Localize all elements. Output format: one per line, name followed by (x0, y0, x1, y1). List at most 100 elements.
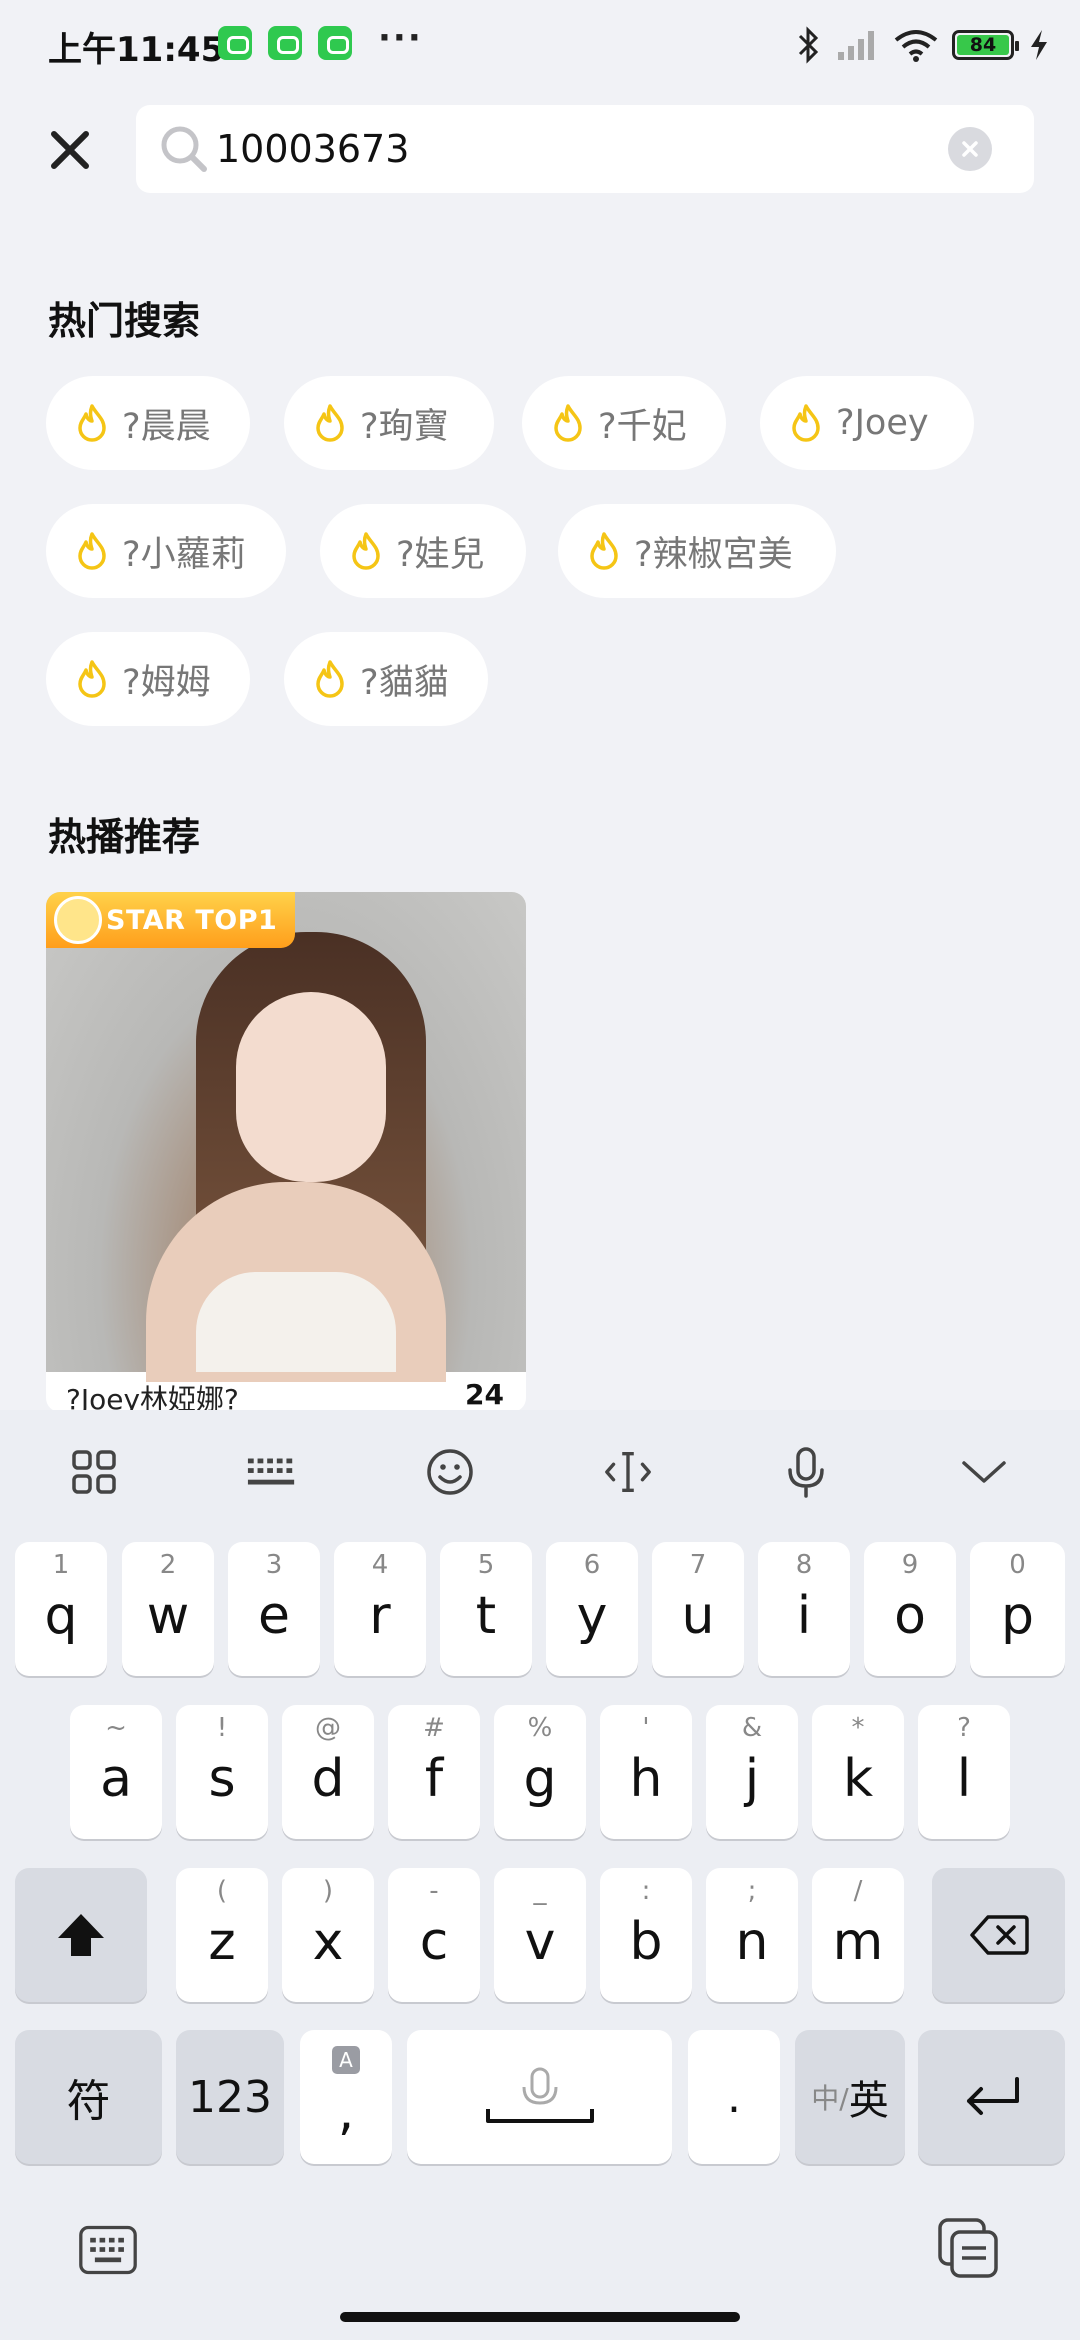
hot-search-title: 热门搜索 (48, 299, 201, 343)
star-top-badge: STAR TOP1 (46, 892, 296, 948)
close-button[interactable] (40, 120, 100, 180)
flame-icon (78, 404, 106, 442)
battery-icon: 84 (952, 30, 1019, 60)
close-icon (51, 131, 89, 169)
hot-search-tag[interactable]: ?千妃 (522, 376, 726, 470)
card-title: ?Joey林婭娜? (66, 1383, 239, 1412)
app-notification-icon (218, 26, 252, 60)
key-p[interactable]: 0p (970, 1542, 1065, 1676)
flame-icon (352, 532, 380, 570)
status-time: 上午11:45 (48, 30, 225, 70)
period-key[interactable]: . (688, 2030, 780, 2164)
comma-key[interactable]: A , (300, 2030, 392, 2164)
collapse-keyboard-icon[interactable] (958, 1446, 1010, 1498)
language-cn-label: 中/ (811, 2082, 849, 2115)
hot-search-tag-label: ?千妃 (598, 406, 687, 447)
search-query[interactable]: 10003673 (216, 125, 409, 173)
battery-level: 84 (957, 34, 1009, 56)
mascot-icon (54, 896, 102, 944)
key-e[interactable]: 3e (228, 1542, 320, 1676)
svg-text:A: A (339, 2048, 353, 2072)
soft-keyboard: 1q 2w 3e 4r 5t 6y 7u 8i 9o 0p ~ a ! s @ d #… (0, 1410, 1080, 2340)
language-switch-key[interactable]: 中/英 (795, 2030, 905, 2164)
hot-search-tag[interactable]: ?晨晨 (46, 376, 250, 470)
hot-search-tag-label: ?貓貓 (360, 662, 449, 703)
enter-key[interactable] (918, 2030, 1065, 2164)
hot-search-tag[interactable]: ?Joey (760, 376, 974, 470)
grid-icon[interactable] (68, 1446, 120, 1498)
key-c[interactable]: -c (388, 1868, 480, 2002)
clear-icon (962, 141, 978, 157)
hot-search-tag-label: ?娃兒 (396, 534, 485, 575)
app-notification-icon (318, 26, 352, 60)
key-u[interactable]: 7u (652, 1542, 744, 1676)
hot-search-tag-label: ?辣椒宮美 (634, 534, 793, 575)
numbers-key[interactable]: 123 (176, 2030, 284, 2164)
recommend-title: 热播推荐 (48, 815, 201, 859)
key-m[interactable]: / m (812, 1868, 904, 2002)
key-q[interactable]: 1q (15, 1542, 107, 1676)
charging-icon (1031, 30, 1047, 60)
key-t[interactable]: 5t (440, 1542, 532, 1676)
more-notifications-icon: ··· (378, 18, 423, 58)
key-g[interactable]: % g (494, 1705, 586, 1839)
key-k[interactable]: * k (812, 1705, 904, 1839)
keyboard-layout-icon[interactable] (246, 1446, 298, 1498)
home-indicator[interactable] (340, 2312, 740, 2322)
flame-icon (78, 532, 106, 570)
flame-icon (590, 532, 618, 570)
flame-icon (792, 404, 820, 442)
keyboard-switch-button[interactable] (78, 2220, 138, 2280)
status-icons: 84 (794, 20, 1050, 70)
backspace-key[interactable] (932, 1868, 1065, 2002)
key-l[interactable]: ? l (918, 1705, 1010, 1839)
key-w[interactable]: 2w (122, 1542, 214, 1676)
key-z[interactable]: (z (176, 1868, 268, 2002)
streamer-photo (46, 892, 526, 1382)
hot-search-tag[interactable]: ?貓貓 (284, 632, 488, 726)
key-a[interactable]: ~ a (70, 1705, 162, 1839)
wifi-icon (894, 30, 938, 62)
hot-search-tag[interactable]: ?姆姆 (46, 632, 250, 726)
symbols-key[interactable]: 符 (15, 2030, 162, 2164)
hot-search-tag[interactable]: ?小蘿莉 (46, 504, 286, 598)
shift-icon (58, 1914, 104, 1956)
space-key[interactable] (407, 2030, 672, 2164)
space-mic-icon (485, 2067, 594, 2123)
key-b[interactable]: :b (600, 1868, 692, 2002)
language-en-label: 英 (848, 2078, 889, 2124)
clear-search-button[interactable] (948, 127, 992, 171)
key-y[interactable]: 6y (546, 1542, 638, 1676)
key-n[interactable]: ; n (706, 1868, 798, 2002)
hot-search-tag[interactable]: ?娃兒 (320, 504, 526, 598)
app-notification-icon (268, 26, 302, 60)
key-d[interactable]: @ d (282, 1705, 374, 1839)
cursor-icon[interactable] (602, 1446, 654, 1498)
key-v[interactable]: _ v (494, 1868, 586, 2002)
recommend-card[interactable]: STAR TOP1 ?Joey林婭娜? 24 (46, 892, 526, 1412)
shift-key[interactable] (15, 1868, 147, 2002)
search-input[interactable]: 10003673 (136, 105, 1034, 193)
key-i[interactable]: 8i (758, 1542, 850, 1676)
keyboard-toolbar (0, 1410, 1080, 1530)
key-h[interactable]: ' h (600, 1705, 692, 1839)
clipboard-button[interactable] (936, 2216, 1000, 2280)
flame-icon (316, 660, 344, 698)
key-f[interactable]: # f (388, 1705, 480, 1839)
hot-search-tag-label: ?姆姆 (122, 662, 211, 703)
hot-search-tag[interactable]: ?珣寶 (284, 376, 494, 470)
key-j[interactable]: & j (706, 1705, 798, 1839)
hot-search-tag-label: ?晨晨 (122, 406, 211, 447)
flame-icon (78, 660, 106, 698)
key-r[interactable]: 4r (334, 1542, 426, 1676)
keyboard-icon (79, 2225, 137, 2275)
clipboard-icon (938, 2218, 998, 2278)
hot-search-tag-label: ?Joey (836, 403, 929, 443)
key-s[interactable]: ! s (176, 1705, 268, 1839)
microphone-icon[interactable] (780, 1446, 832, 1498)
hot-search-tag[interactable]: ?辣椒宮美 (558, 504, 836, 598)
emoji-icon[interactable] (424, 1446, 476, 1498)
key-o[interactable]: 9o (864, 1542, 956, 1676)
hot-search-tag-label: ?小蘿莉 (122, 534, 246, 575)
key-x[interactable]: ) x (282, 1868, 374, 2002)
